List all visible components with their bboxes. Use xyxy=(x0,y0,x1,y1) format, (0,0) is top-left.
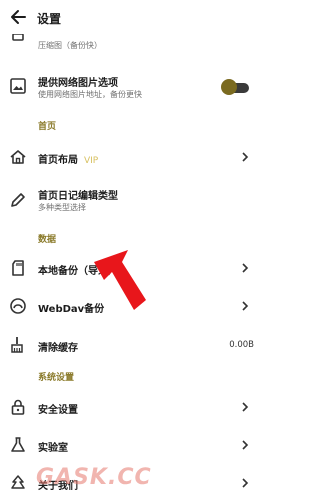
home-diary-type-subtitle: 多种类型选择 xyxy=(38,203,86,212)
security-row[interactable]: 安全设置 xyxy=(0,393,266,421)
compress-icon xyxy=(12,34,24,41)
home-diary-type-label: 首页日记编辑类型 xyxy=(38,191,118,202)
vip-badge: VIP xyxy=(84,156,99,166)
section-system-header: 系统设置 xyxy=(38,373,75,383)
app-bar: 设置 xyxy=(0,0,266,34)
clear-cache-label: 清除缓存 xyxy=(38,343,78,354)
red-pointer-arrow-icon xyxy=(94,250,146,310)
compress-row[interactable]: 压缩图（备份快） xyxy=(0,34,266,56)
broom-icon xyxy=(11,337,23,353)
home-layout-row[interactable]: 首页布局 VIP xyxy=(0,143,266,171)
lock-icon xyxy=(11,399,25,415)
page-title: 设置 xyxy=(37,12,62,26)
lab-label: 实验室 xyxy=(38,443,68,454)
home-layout-text: 首页布局 xyxy=(38,155,78,166)
lab-row[interactable]: 实验室 xyxy=(0,431,266,459)
chevron-right-icon xyxy=(242,478,249,488)
flask-icon xyxy=(11,437,25,452)
chevron-right-icon xyxy=(242,402,249,412)
home-layout-label: 首页布局 VIP xyxy=(38,151,98,166)
chevron-right-icon xyxy=(242,263,249,273)
home-diary-type-row[interactable]: 首页日记编辑类型 多种类型选择 xyxy=(0,182,266,218)
compress-subtitle: 压缩图（备份快） xyxy=(38,41,102,50)
chevron-right-icon xyxy=(242,440,249,450)
section-data-header: 数据 xyxy=(38,235,57,245)
image-icon xyxy=(10,78,26,94)
cache-size-value: 0.00B xyxy=(229,340,254,350)
about-row[interactable]: 关于我们 xyxy=(0,470,266,496)
clear-cache-row[interactable]: 清除缓存 0.00B xyxy=(0,331,266,359)
network-images-subtitle: 使用网络图片地址，备份更快 xyxy=(38,90,142,99)
security-label: 安全设置 xyxy=(38,405,78,416)
back-arrow-icon[interactable] xyxy=(9,7,29,27)
sd-card-icon xyxy=(12,260,24,276)
webdav-icon xyxy=(10,298,26,314)
network-images-label: 提供网络图片选项 xyxy=(38,78,118,89)
about-label: 关于我们 xyxy=(38,481,78,492)
home-icon xyxy=(10,150,26,164)
chevron-right-icon xyxy=(242,152,249,162)
chevron-right-icon xyxy=(242,301,249,311)
pencil-icon xyxy=(11,193,25,207)
about-icon xyxy=(11,475,25,489)
network-images-toggle-knob[interactable] xyxy=(221,79,237,95)
section-home-header: 首页 xyxy=(38,122,57,132)
